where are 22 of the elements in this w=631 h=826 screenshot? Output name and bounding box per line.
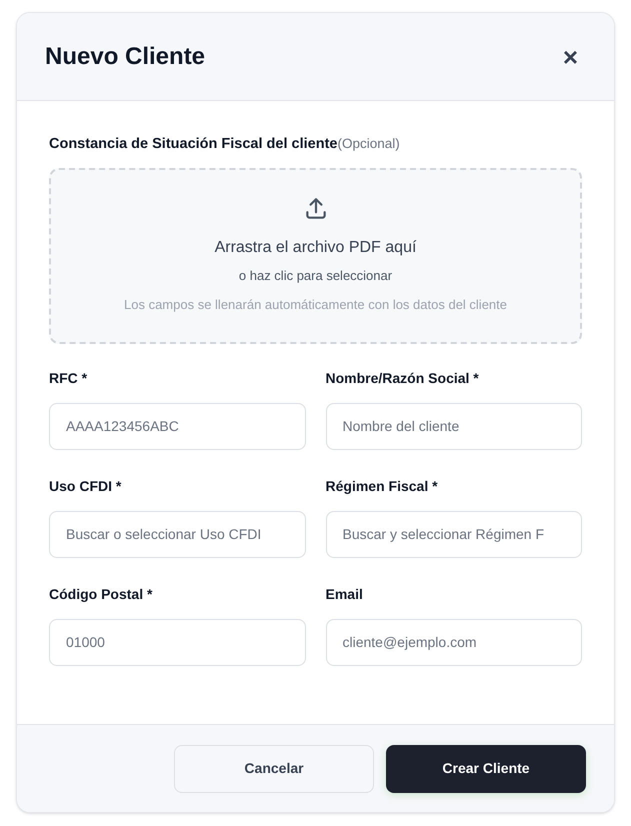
- upload-title: Arrastra el archivo PDF aquí: [214, 238, 416, 258]
- create-button[interactable]: Crear Cliente: [386, 744, 586, 792]
- input-field[interactable]: cliente@ejemplo.com: [326, 618, 582, 666]
- field-label: Email: [326, 584, 364, 604]
- input-field[interactable]: Nombre del cliente: [326, 402, 582, 450]
- field-label: Nombre/Razón Social *: [326, 368, 480, 388]
- field-label: Uso CFDI *: [49, 476, 122, 496]
- close-button[interactable]: ×: [562, 44, 578, 70]
- dialog-title: Nuevo Cliente: [45, 42, 206, 72]
- input-field[interactable]: Buscar o seleccionar Uso CFDI: [49, 510, 306, 558]
- upload-label: Constancia de Situación Fiscal del cliente: [49, 135, 338, 154]
- input-field[interactable]: 01000: [49, 618, 306, 666]
- upload-subtitle: o haz clic para seleccionar: [238, 266, 392, 285]
- field-label: RFC *: [49, 368, 88, 388]
- input-field[interactable]: Buscar y seleccionar Régimen F: [326, 510, 582, 558]
- field-label: Régimen Fiscal *: [326, 476, 439, 496]
- input-field[interactable]: AAAA123456ABC: [49, 402, 306, 450]
- cancel-button[interactable]: Cancelar: [174, 744, 374, 792]
- optional-label: (Opcional): [337, 135, 400, 153]
- upload-dropzone[interactable]: Arrastra el archivo PDF aquí o haz clic para seleccionar Los campos se llenarán automáticamente con los datos del cliente: [49, 168, 582, 344]
- upload-hint: Los campos se llenarán automáticamente con los datos del cliente: [124, 296, 507, 314]
- field-label: Código Postal *: [49, 584, 154, 604]
